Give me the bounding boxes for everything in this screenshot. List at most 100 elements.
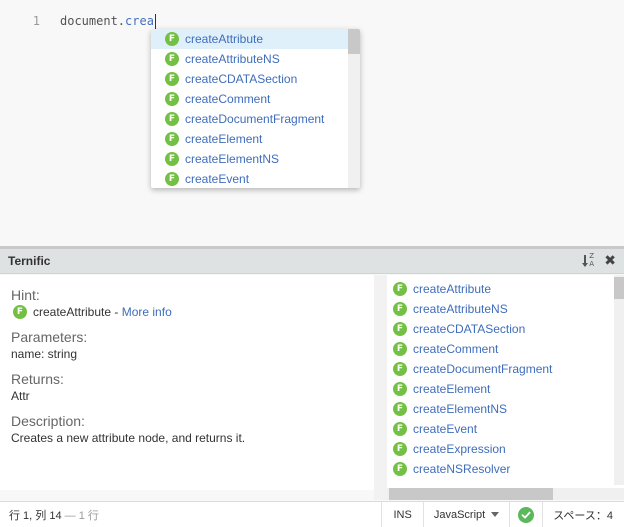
function-icon: F (13, 305, 27, 319)
code-hint-item-label: createAttributeNS (185, 52, 280, 66)
function-icon: F (165, 92, 179, 106)
panel-hint-item[interactable]: FcreateNSResolver (387, 459, 624, 479)
cursor-line-col: 行 1, 列 14 (9, 509, 62, 522)
function-icon: F (393, 422, 407, 436)
line-count: — 1 行 (61, 509, 99, 522)
line-number: 1 (32, 14, 40, 28)
code-hint-item[interactable]: FcreateEvent (151, 169, 360, 188)
function-icon: F (165, 32, 179, 46)
cursor-position: 行 1, 列 14 — 1 行 (0, 507, 381, 523)
code-hint-item[interactable]: FcreateDocumentFragment (151, 109, 360, 129)
code-hint-item-label: createAttribute (185, 32, 264, 46)
function-icon: F (393, 322, 407, 336)
insert-mode-label: INS (393, 508, 412, 521)
hint-list-panel[interactable]: FcreateAttribute FcreateAttributeNS Fcreat… (387, 275, 624, 500)
code-prefix: document. (60, 13, 126, 28)
function-icon: F (165, 72, 179, 86)
code-editor[interactable]: 1 document.crea FcreateAttribute FcreateA… (0, 0, 624, 246)
function-icon: F (393, 402, 407, 416)
panel-splitter[interactable] (374, 275, 387, 500)
function-icon: F (165, 132, 179, 146)
panel-title: Ternific (8, 254, 51, 268)
panel-header: Ternific ZA ✖ (0, 249, 624, 274)
panel-hint-item-label: createAttributeNS (413, 302, 508, 316)
code-hint-item-label: createComment (185, 92, 271, 106)
description-label: Description: (11, 413, 85, 429)
panel-hint-item-label: createCDATASection (413, 322, 526, 336)
panel-hint-item-label: createDocumentFragment (413, 362, 553, 376)
code-hint-item[interactable]: FcreateElement (151, 129, 360, 149)
list-vertical-scrollbar[interactable] (614, 275, 624, 485)
panel-hint-item[interactable]: FcreateDocumentFragment (387, 359, 624, 379)
list-horizontal-scrollbar-thumb[interactable] (389, 488, 553, 500)
language-select[interactable]: JavaScript (422, 501, 509, 527)
code-hint-item[interactable]: FcreateElementNS (151, 149, 360, 169)
code-hint-item-label: createElementNS (185, 152, 280, 166)
parameters-label: Parameters: (11, 329, 88, 345)
panel-hint-item[interactable]: FcreateCDATASection (387, 319, 624, 339)
parameters-value: name: string (11, 347, 78, 361)
returns-label: Returns: (11, 371, 64, 387)
close-icon[interactable]: ✖ (604, 254, 616, 268)
check-circle-icon (518, 506, 535, 523)
code-hint-scrollbar[interactable] (348, 29, 360, 188)
function-icon: F (393, 362, 407, 376)
list-horizontal-scrollbar[interactable] (387, 488, 624, 500)
panel-hint-item[interactable]: FcreateAttributeNS (387, 299, 624, 319)
status-bar: 行 1, 列 14 — 1 行 INS JavaScript スペース：4 (0, 501, 624, 527)
chevron-down-icon (491, 512, 500, 517)
function-icon: F (393, 342, 407, 356)
more-info-link[interactable]: More info (122, 305, 172, 319)
function-icon: F (393, 462, 407, 476)
code-hint-item[interactable]: FcreateAttribute (151, 29, 360, 49)
indent-label: スペース：4 (553, 509, 613, 522)
code-hint-popup[interactable]: FcreateAttribute FcreateAttributeNS Fcreat… (151, 29, 360, 188)
code-hint-item[interactable]: FcreateCDATASection (151, 69, 360, 89)
panel-hint-item[interactable]: FcreateAttribute (387, 279, 624, 299)
panel-hint-item-label: createAttribute (413, 282, 492, 296)
hint-details: Hint: F createAttribute - More info Para… (0, 275, 374, 490)
panel-hint-item[interactable]: FcreateExpression (387, 439, 624, 459)
panel-hint-item[interactable]: FcreateComment (387, 339, 624, 359)
function-icon: F (165, 172, 179, 186)
insert-mode-toggle[interactable]: INS (381, 501, 422, 527)
returns-value: Attr (11, 389, 30, 403)
code-hint-scrollbar-thumb[interactable] (348, 29, 360, 54)
panel-hint-item-label: createComment (413, 342, 499, 356)
code-hint-item[interactable]: FcreateAttributeNS (151, 49, 360, 69)
function-icon: F (165, 112, 179, 126)
code-hint-item-label: createElement (185, 132, 263, 146)
function-icon: F (393, 442, 407, 456)
editor-line-1[interactable]: 1 document.crea (0, 12, 156, 30)
panel-hint-item-label: createExpression (413, 442, 506, 456)
panel-hint-item-label: createEvent (413, 422, 478, 436)
sort-icon[interactable]: ZA (582, 252, 596, 269)
description-value: Creates a new attribute node, and return… (11, 431, 246, 445)
code-hint-item[interactable]: FcreateComment (151, 89, 360, 109)
panel-hint-item[interactable]: FcreateElementNS (387, 399, 624, 419)
hint-separator: - (111, 305, 122, 319)
hint-name: createAttribute (33, 305, 112, 319)
code-typed: crea (125, 13, 154, 28)
text-caret (154, 13, 156, 29)
lint-status[interactable] (509, 501, 542, 527)
panel-hint-list: FcreateAttribute FcreateAttributeNS Fcreat… (387, 279, 624, 479)
function-icon: F (165, 152, 179, 166)
panel-hint-item[interactable]: FcreateElement (387, 379, 624, 399)
code-hint-item-label: createCDATASection (185, 72, 298, 86)
code-text[interactable]: document.crea (60, 13, 156, 29)
panel-hint-item-label: createNSResolver (413, 462, 511, 476)
function-icon: F (165, 52, 179, 66)
indent-setting[interactable]: スペース：4 (542, 501, 624, 527)
panel-hint-item[interactable]: FcreateEvent (387, 419, 624, 439)
list-vertical-scrollbar-thumb[interactable] (614, 277, 624, 299)
code-hint-item-label: createDocumentFragment (185, 112, 325, 126)
code-hint-item-label: createEvent (185, 172, 250, 186)
hint-row: F createAttribute - More info (13, 305, 374, 319)
function-icon: F (393, 382, 407, 396)
language-label: JavaScript (433, 508, 486, 521)
panel-hint-item-label: createElement (413, 382, 491, 396)
function-icon: F (393, 302, 407, 316)
code-hint-list: FcreateAttribute FcreateAttributeNS Fcreat… (151, 29, 360, 188)
panel-hint-item-label: createElementNS (413, 402, 508, 416)
